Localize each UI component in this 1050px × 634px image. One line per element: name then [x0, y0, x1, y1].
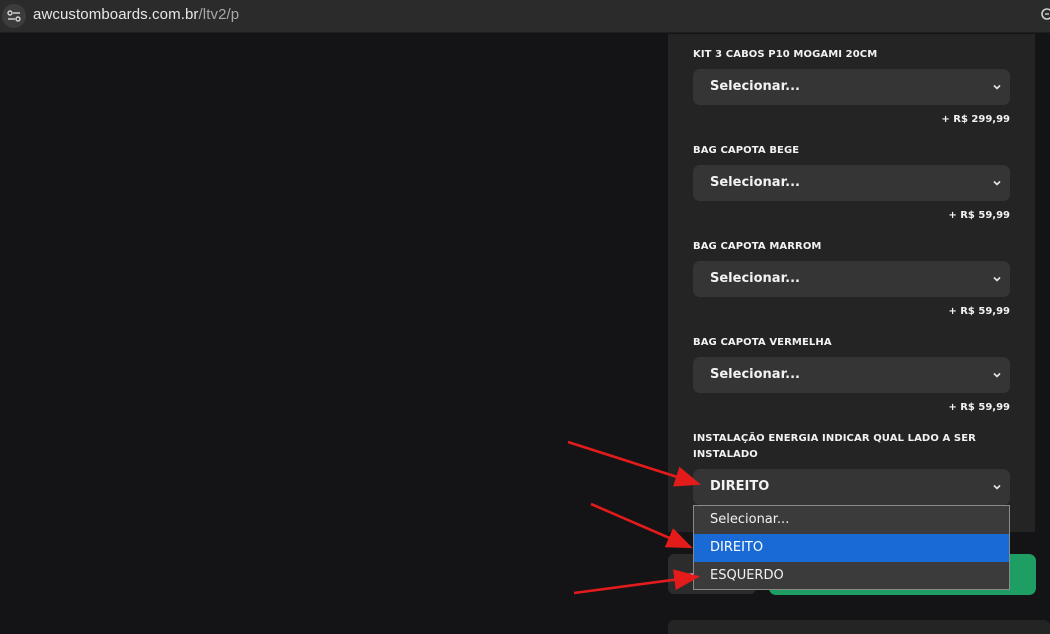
chevron-down-icon — [993, 484, 1001, 490]
option-price: + R$ 59,99 — [948, 402, 1010, 413]
option-select-bag-bege[interactable]: Selecionar... — [693, 165, 1010, 201]
chevron-down-icon — [993, 84, 1001, 90]
url-path: /ltv2/p — [198, 6, 240, 23]
installation-dropdown-list[interactable]: Selecionar... DIREITO ESQUERDO — [693, 505, 1010, 590]
option-kit-cabos: KIT 3 CABOS P10 MOGAMI 20CM Selecionar..… — [693, 47, 1010, 125]
option-price: + R$ 59,99 — [948, 306, 1010, 317]
option-price: + R$ 59,99 — [948, 210, 1010, 221]
option-label: BAG CAPOTA BEGE — [693, 145, 800, 156]
option-bag-marrom: BAG CAPOTA MARROM Selecionar... + R$ 59,… — [693, 239, 1010, 317]
dropdown-option-selecionar[interactable]: Selecionar... — [694, 506, 1009, 534]
url-text[interactable]: awcustomboards.com.br/ltv2/p — [33, 6, 239, 23]
chevron-down-icon — [993, 372, 1001, 378]
zoom-icon[interactable] — [1040, 7, 1050, 25]
chevron-down-icon — [993, 180, 1001, 186]
option-bag-bege: BAG CAPOTA BEGE Selecionar... + R$ 59,99 — [693, 143, 1010, 221]
dropdown-option-direito[interactable]: DIREITO — [694, 534, 1009, 562]
select-value: Selecionar... — [710, 271, 800, 286]
option-select-kit-cabos[interactable]: Selecionar... — [693, 69, 1010, 105]
minus-button[interactable]: — — [678, 564, 694, 583]
url-host: awcustomboards.com.br — [33, 6, 199, 23]
option-label-line2: INSTALADO — [693, 449, 758, 460]
option-label-line1: INSTALAÇÃO ENERGIA INDICAR QUAL LADO A S… — [693, 433, 976, 444]
select-value: Selecionar... — [710, 367, 800, 382]
dropdown-option-esquerdo[interactable]: ESQUERDO — [694, 562, 1009, 590]
bottom-card — [668, 620, 1050, 634]
select-value: DIREITO — [710, 479, 770, 494]
option-select-bag-vermelha[interactable]: Selecionar... — [693, 357, 1010, 393]
option-label: BAG CAPOTA MARROM — [693, 241, 822, 252]
option-instalacao-energia: INSTALAÇÃO ENERGIA INDICAR QUAL LADO A S… — [693, 431, 1010, 505]
select-value: Selecionar... — [710, 79, 800, 94]
option-label: BAG CAPOTA VERMELHA — [693, 337, 832, 348]
option-label: KIT 3 CABOS P10 MOGAMI 20CM — [693, 49, 878, 60]
site-info-icon[interactable] — [2, 4, 26, 28]
option-bag-vermelha: BAG CAPOTA VERMELHA Selecionar... + R$ 5… — [693, 335, 1010, 413]
browser-address-bar: awcustomboards.com.br/ltv2/p — [0, 0, 1050, 33]
option-select-bag-marrom[interactable]: Selecionar... — [693, 261, 1010, 297]
product-options-panel: KIT 3 CABOS P10 MOGAMI 20CM Selecionar..… — [668, 34, 1035, 532]
option-label: INSTALAÇÃO ENERGIA INDICAR QUAL LADO A S… — [693, 431, 1010, 463]
option-select-instalacao[interactable]: DIREITO — [693, 469, 1010, 505]
select-value: Selecionar... — [710, 175, 800, 190]
option-price: + R$ 299,99 — [941, 114, 1010, 125]
chevron-down-icon — [993, 276, 1001, 282]
